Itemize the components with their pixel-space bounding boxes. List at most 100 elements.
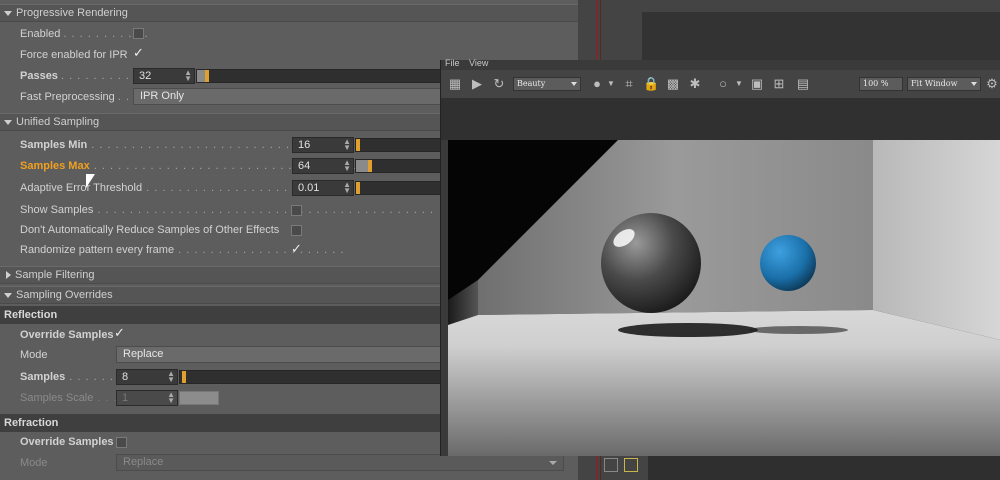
render-view-window: File View ▦ ▶ ↻ Beauty ● ▼ ⌗ 🔒 ▩ ✱ ○ ▼ ▣… <box>440 58 1000 456</box>
enabled-label: Enabled <box>20 28 61 40</box>
adaptive-error-value: 0.01 <box>298 182 320 194</box>
play-icon[interactable]: ▶ <box>469 76 485 92</box>
chevron-down-icon[interactable]: ▼ <box>731 76 747 92</box>
samples-max-label: Samples Max <box>20 160 90 172</box>
refraction-mode-dropdown[interactable]: Replace <box>116 454 564 471</box>
subsection-title: Refraction <box>4 417 59 429</box>
adaptive-error-slider[interactable] <box>355 181 443 195</box>
spinner-icon[interactable]: ▲ ▼ <box>167 370 175 384</box>
dont-reduce-checkbox[interactable] <box>291 225 302 236</box>
subsection-title: Reflection <box>4 309 58 321</box>
lock-icon[interactable] <box>624 458 638 472</box>
section-title: Unified Sampling <box>16 116 100 128</box>
spinner-icon[interactable]: ▲ ▼ <box>167 391 175 405</box>
reflection-samples-slider[interactable] <box>179 370 443 384</box>
render-image <box>448 140 1000 456</box>
background-pane <box>642 12 1000 64</box>
chevron-down-icon[interactable]: ▼ <box>603 76 619 92</box>
section-title: Progressive Rendering <box>16 7 128 19</box>
add-snapshot-icon[interactable]: ⊞ <box>771 76 787 92</box>
adaptive-error-field[interactable]: 0.01 ▲ ▼ <box>292 180 354 196</box>
samples-min-value: 16 <box>298 139 311 151</box>
reflection-samples-value: 8 <box>122 371 129 383</box>
reflection-scale-field[interactable]: 1 ▲ ▼ <box>116 390 178 406</box>
reflection-mode-dropdown[interactable]: Replace <box>116 346 443 363</box>
reflection-samples-field[interactable]: 8 ▲ ▼ <box>116 369 178 385</box>
reflection-scale-slider[interactable] <box>179 391 219 405</box>
slider-handle[interactable] <box>182 371 186 383</box>
crop-icon[interactable]: ⌗ <box>621 76 637 92</box>
collapse-triangle-icon <box>4 292 12 298</box>
passes-field[interactable]: 32 ▲ ▼ <box>133 68 195 84</box>
snowflake-icon[interactable]: ✱ <box>687 76 703 92</box>
samples-min-label: Samples Min <box>20 139 88 151</box>
aov-value: Beauty <box>517 79 546 88</box>
aov-dropdown[interactable]: Beauty <box>513 77 581 91</box>
samples-max-field[interactable]: 64 ▲ ▼ <box>292 158 354 174</box>
spinner-icon[interactable]: ▲ ▼ <box>343 181 351 195</box>
refraction-mode-label: Mode <box>20 457 48 469</box>
slider-handle[interactable] <box>356 139 360 151</box>
passes-label: Passes <box>20 70 58 82</box>
show-samples-label: Show Samples <box>20 204 94 216</box>
reflection-mode-label: Mode <box>20 349 48 361</box>
lock-icon[interactable]: 🔒 <box>643 76 659 92</box>
enabled-checkbox[interactable] <box>133 28 144 39</box>
mouse-cursor <box>86 174 95 188</box>
render-view-header-area <box>441 98 1000 140</box>
zoom-field[interactable]: 100 % <box>859 77 903 91</box>
row-refraction-mode: Mode Replace <box>0 453 578 473</box>
circle-icon[interactable]: ○ <box>715 76 731 92</box>
refraction-override-label: Override Samples <box>20 436 114 448</box>
fast-preprocessing-dropdown[interactable]: IPR Only <box>133 88 443 105</box>
refraction-mode-value: Replace <box>123 456 164 468</box>
menu-file[interactable]: File <box>445 58 460 68</box>
samples-min-field[interactable]: 16 ▲ ▼ <box>292 137 354 153</box>
render-scene <box>448 140 1000 456</box>
refresh-icon[interactable]: ↻ <box>491 76 507 92</box>
chevron-down-icon <box>971 82 977 86</box>
snapshot-icon[interactable]: ▣ <box>749 76 765 92</box>
slider-handle[interactable] <box>205 70 209 82</box>
reflection-override-label: Override Samples <box>20 329 114 341</box>
adaptive-error-label: Adaptive Error Threshold <box>20 182 143 194</box>
image-icon[interactable]: ▤ <box>795 76 811 92</box>
samples-min-slider[interactable] <box>355 138 443 152</box>
samples-max-slider[interactable] <box>355 159 443 173</box>
background-bar <box>648 456 1000 480</box>
spinner-icon[interactable]: ▲ ▼ <box>343 159 351 173</box>
collapse-triangle-icon <box>4 119 12 125</box>
zoom-value: 100 % <box>863 79 889 88</box>
grid-icon[interactable] <box>604 458 618 472</box>
gear-icon[interactable]: ⚙ <box>984 76 1000 92</box>
force-ipr-checkbox[interactable] <box>133 45 144 61</box>
spinner-icon[interactable]: ▲ ▼ <box>184 69 192 83</box>
chevron-down-icon <box>549 461 557 465</box>
chevron-down-icon <box>571 82 577 86</box>
passes-value: 32 <box>139 70 152 82</box>
reflection-override-checkbox[interactable] <box>114 325 125 341</box>
menu-view[interactable]: View <box>469 58 488 68</box>
reflection-samples-label: Samples <box>20 371 66 383</box>
fit-dropdown[interactable]: Fit Window <box>907 77 981 91</box>
force-ipr-label: Force enabled for IPR <box>20 49 128 61</box>
section-title: Sampling Overrides <box>16 289 113 301</box>
slider-handle[interactable] <box>368 160 372 172</box>
grid-icon[interactable]: ▩ <box>665 76 681 92</box>
slider-handle[interactable] <box>356 182 360 194</box>
clapper-icon[interactable]: ▦ <box>447 76 463 92</box>
show-samples-checkbox[interactable] <box>291 205 302 216</box>
refraction-override-checkbox[interactable] <box>116 437 127 448</box>
fast-preprocessing-label: Fast Preprocessing <box>20 91 115 103</box>
section-progressive-rendering[interactable]: Progressive Rendering <box>0 4 578 22</box>
expand-triangle-icon <box>6 271 11 279</box>
samples-max-value: 64 <box>298 160 311 172</box>
reflection-mode-value: Replace <box>123 348 164 360</box>
passes-slider[interactable] <box>196 69 442 83</box>
reflection-scale-value: 1 <box>122 392 129 404</box>
render-view-menubar: File View <box>441 58 1000 70</box>
section-title: Sample Filtering <box>15 269 95 281</box>
spinner-icon[interactable]: ▲ ▼ <box>343 138 351 152</box>
fit-value: Fit Window <box>911 79 958 88</box>
randomize-checkbox[interactable] <box>291 241 302 257</box>
